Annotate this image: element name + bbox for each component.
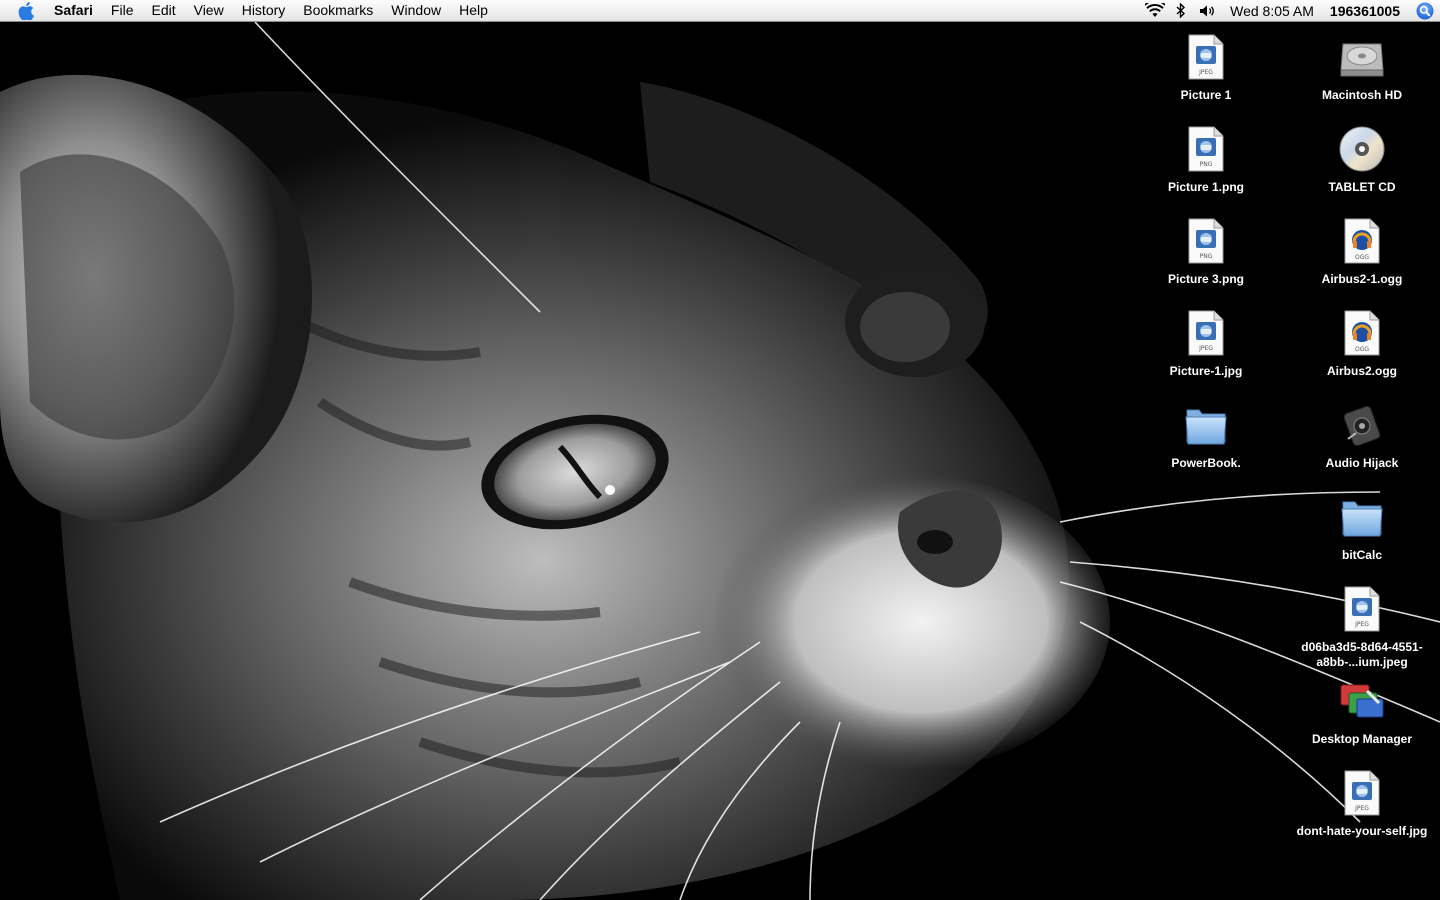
- file-type-label: JPEG: [1354, 621, 1369, 628]
- desktop-icons: JPEG Picture 1 Macintosh HD PNG Picture …: [0, 0, 1440, 900]
- icon-label: Picture 3.png: [1167, 272, 1244, 286]
- icon-label: Airbus2-1.ogg: [1321, 272, 1403, 286]
- menu-bar: Safari File Edit View History Bookmarks …: [0, 0, 1440, 22]
- desktop-icon-airbus2-ogg[interactable]: OGG Airbus2.ogg: [1287, 308, 1437, 379]
- user-menu[interactable]: 196361005: [1322, 3, 1410, 19]
- icon-label: TABLET CD: [1328, 180, 1396, 194]
- cd-icon: [1337, 124, 1387, 174]
- desktop-icon-picture-1-png[interactable]: PNG Picture 1.png: [1131, 124, 1281, 195]
- png-file-icon: PNG: [1181, 124, 1231, 174]
- apple-menu-icon[interactable]: [18, 1, 36, 20]
- desktop-icon-macintosh-hd[interactable]: Macintosh HD: [1287, 32, 1437, 103]
- menu-extras: Wed 8:05 AM 196361005: [1142, 0, 1440, 21]
- bluetooth-icon[interactable]: [1170, 0, 1192, 21]
- desktop-icon-d06ba3d5-jpeg[interactable]: JPEG d06ba3d5-8d64-4551-a8bb-...ium.jpeg: [1287, 584, 1437, 670]
- desktop-icon-picture-1-jpg[interactable]: JPEG Picture-1.jpg: [1131, 308, 1281, 379]
- icon-label: Macintosh HD: [1321, 88, 1402, 102]
- desktop-icon-picture-3-png[interactable]: PNG Picture 3.png: [1131, 216, 1281, 287]
- desktop-icon-tablet-cd[interactable]: TABLET CD: [1287, 124, 1437, 195]
- wifi-icon[interactable]: [1144, 0, 1166, 21]
- file-type-label: JPEG: [1198, 69, 1213, 76]
- spotlight-icon[interactable]: [1410, 0, 1440, 21]
- menu-help[interactable]: Help: [450, 0, 497, 21]
- icon-label: Audio Hijack: [1325, 456, 1399, 470]
- desktop-icon-powerbook[interactable]: PowerBook.: [1131, 400, 1281, 471]
- jpeg-file-icon: JPEG: [1181, 32, 1231, 82]
- menu-window[interactable]: Window: [382, 0, 450, 21]
- file-type-label: JPEG: [1198, 345, 1213, 352]
- jpeg-file-icon: JPEG: [1181, 308, 1231, 358]
- menubar-clock[interactable]: Wed 8:05 AM: [1220, 3, 1322, 19]
- menu-history[interactable]: History: [233, 0, 295, 21]
- file-type-label: OGG: [1355, 254, 1369, 261]
- icon-label: PowerBook.: [1171, 456, 1241, 470]
- desktop-icon-desktop-manager[interactable]: Desktop Manager: [1287, 676, 1437, 747]
- desktop-manager-app-icon: [1337, 676, 1387, 726]
- icon-label: Picture 1.png: [1167, 180, 1244, 194]
- desktop-icon-dont-hate-your-self-jpg[interactable]: JPEG dont-hate-your-self.jpg: [1287, 768, 1437, 839]
- icon-label: d06ba3d5-8d64-4551-a8bb-...ium.jpeg: [1301, 640, 1423, 669]
- ogg-audio-file-icon: OGG: [1337, 308, 1387, 358]
- folder-icon: [1337, 492, 1387, 542]
- menu-view[interactable]: View: [185, 0, 233, 21]
- file-type-label: JPEG: [1354, 805, 1369, 812]
- desktop-icon-airbus2-1-ogg[interactable]: OGG Airbus2-1.ogg: [1287, 216, 1437, 287]
- app-menu-safari[interactable]: Safari: [52, 0, 102, 21]
- menu-edit[interactable]: Edit: [142, 0, 184, 21]
- png-file-icon: PNG: [1181, 216, 1231, 266]
- hard-drive-icon: [1337, 32, 1387, 82]
- icon-label: Desktop Manager: [1311, 732, 1413, 746]
- icon-label: Picture 1: [1180, 88, 1232, 102]
- jpeg-file-icon: JPEG: [1337, 584, 1387, 634]
- audio-hijack-app-icon: [1337, 400, 1387, 450]
- jpeg-file-icon: JPEG: [1337, 768, 1387, 818]
- desktop-icon-picture-1[interactable]: JPEG Picture 1: [1131, 32, 1281, 103]
- desktop-icon-audio-hijack[interactable]: Audio Hijack: [1287, 400, 1437, 471]
- menu-file[interactable]: File: [102, 0, 143, 21]
- desktop-icon-bitcalc[interactable]: bitCalc: [1287, 492, 1437, 563]
- icon-label: Airbus2.ogg: [1326, 364, 1397, 378]
- ogg-audio-file-icon: OGG: [1337, 216, 1387, 266]
- icon-label: bitCalc: [1341, 548, 1382, 562]
- menu-bookmarks[interactable]: Bookmarks: [294, 0, 382, 21]
- volume-icon[interactable]: [1196, 0, 1218, 21]
- folder-icon: [1181, 400, 1231, 450]
- icon-label: Picture-1.jpg: [1169, 364, 1243, 378]
- icon-label: dont-hate-your-self.jpg: [1296, 824, 1428, 838]
- file-type-label: OGG: [1355, 346, 1369, 353]
- file-type-label: PNG: [1200, 161, 1213, 168]
- file-type-label: PNG: [1200, 253, 1213, 260]
